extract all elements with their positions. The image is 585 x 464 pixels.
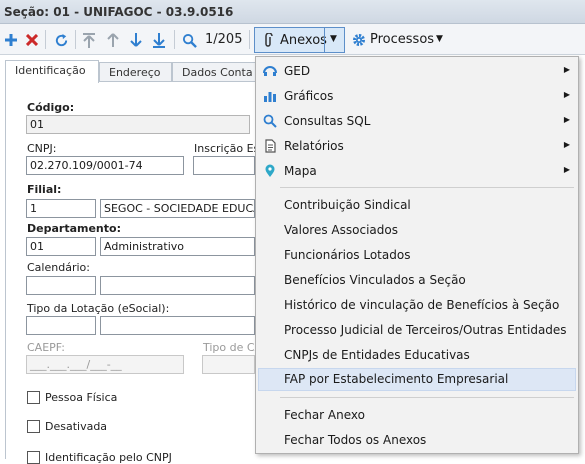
codigo-field[interactable]: 01 (26, 115, 250, 134)
identificacao-cnpj-checkbox[interactable] (27, 451, 40, 464)
refresh-icon[interactable] (52, 29, 70, 51)
menu-item-processo-judicial[interactable]: Processo Judicial de Terceiros/Outras En… (258, 319, 576, 342)
menu-item-contribuicao-sindical[interactable]: Contribuição Sindical (258, 194, 576, 217)
paperclip-icon (263, 32, 273, 51)
submenu-arrow-icon: ▶ (563, 115, 570, 124)
calendario-label: Calendário: (27, 261, 90, 274)
next-record-icon[interactable] (129, 29, 143, 51)
menu-item-fap-estabelecimento[interactable]: FAP por Estabelecimento Empresarial (258, 368, 576, 391)
desativada-label: Desativada (45, 420, 108, 433)
desativada-checkbox[interactable] (27, 420, 40, 433)
menu-item-cnpjs-entidades[interactable]: CNPJs de Entidades Educativas (258, 344, 576, 367)
processos-button[interactable]: Processos (370, 32, 434, 47)
tipo-lotacao-code-field[interactable] (26, 316, 96, 335)
departamento-name-field[interactable]: Administrativo (100, 237, 255, 256)
pessoa-fisica-checkbox[interactable] (27, 391, 40, 404)
menu-item-beneficios-vinculados[interactable]: Benefícios Vinculados a Seção (258, 269, 576, 292)
submenu-arrow-icon: ▶ (563, 165, 570, 174)
cnpj-field[interactable]: 02.270.109/0001-74 (26, 156, 184, 175)
anexos-button[interactable]: Anexos ▼ (254, 27, 345, 53)
calendario-code-field[interactable] (26, 276, 96, 295)
submenu-arrow-icon: ▶ (563, 65, 570, 74)
caepf-field[interactable]: ___.___.___/___-__ (26, 355, 184, 374)
gear-icon[interactable] (351, 29, 367, 51)
last-record-icon[interactable] (152, 29, 166, 51)
submenu-arrow-icon: ▶ (563, 140, 570, 149)
delete-icon[interactable] (24, 29, 40, 51)
search-icon (263, 114, 277, 128)
identificacao-cnpj-label: Identificação pelo CNPJ (45, 451, 172, 464)
map-pin-icon (263, 164, 277, 178)
ged-icon (263, 64, 277, 78)
filial-code-field[interactable]: 1 (26, 199, 96, 218)
chart-icon (263, 89, 277, 103)
menu-item-ged[interactable]: GED ▶ (258, 60, 576, 83)
menu-item-relatorios[interactable]: Relatórios ▶ (258, 135, 576, 158)
report-icon (263, 139, 277, 153)
menu-item-funcionarios-lotados[interactable]: Funcionários Lotados (258, 244, 576, 267)
menu-item-graficos[interactable]: Gráficos ▶ (258, 85, 576, 108)
right-edge (579, 56, 585, 459)
codigo-label: Código: (27, 101, 75, 114)
menu-separator (280, 187, 574, 188)
menu-item-fechar-todos-anexos[interactable]: Fechar Todos os Anexos (258, 429, 576, 452)
search-icon[interactable] (180, 29, 198, 51)
menu-item-valores-associados[interactable]: Valores Associados (258, 219, 576, 242)
menu-item-consultas-sql[interactable]: Consultas SQL ▶ (258, 110, 576, 133)
caepf-label: CAEPF: (27, 341, 65, 354)
inscricao-estadual-label: Inscrição Est (194, 142, 264, 155)
filial-name-field[interactable]: SEGOC - SOCIEDADE EDUCACI (100, 199, 255, 218)
processos-dropdown-arrow[interactable]: ▼ (436, 34, 443, 44)
previous-record-icon[interactable] (106, 29, 120, 51)
tipo-caepf-label: Tipo de CA (203, 341, 263, 354)
menu-separator (280, 397, 574, 398)
tipo-lotacao-name-field[interactable] (100, 316, 255, 335)
tipo-lotacao-label: Tipo da Lotação (eSocial): (27, 302, 170, 315)
pessoa-fisica-label: Pessoa Física (45, 391, 118, 404)
tab-endereco[interactable]: Endereço (99, 62, 172, 82)
tab-identificacao[interactable]: Identificação (5, 60, 99, 83)
menu-item-mapa[interactable]: Mapa ▶ (258, 160, 576, 183)
departamento-code-field[interactable]: 01 (26, 237, 96, 256)
anexos-dropdown-menu: GED ▶ Gráficos ▶ Consultas SQL ▶ Relatór… (255, 56, 579, 454)
filial-label: Filial: (27, 183, 62, 196)
submenu-arrow-icon: ▶ (563, 90, 570, 99)
tab-dados-conta[interactable]: Dados Conta (172, 62, 262, 82)
cnpj-label: CNPJ: (27, 142, 57, 155)
first-record-icon[interactable] (82, 29, 96, 51)
window-title: Seção: 01 - UNIFAGOC - 03.9.0516 (0, 0, 585, 24)
anexos-dropdown-arrow[interactable]: ▼ (330, 34, 337, 44)
anexos-label: Anexos (280, 33, 327, 48)
tipo-caepf-field[interactable] (202, 355, 255, 374)
departamento-label: Departamento: (27, 222, 121, 235)
menu-item-historico-beneficios[interactable]: Histórico de vinculação de Benefícios à … (258, 294, 576, 317)
toolbar: 1/205 Anexos ▼ Processos ▼ (0, 24, 585, 55)
add-icon[interactable] (3, 29, 19, 51)
inscricao-estadual-field[interactable] (193, 156, 255, 175)
calendario-name-field[interactable] (100, 276, 255, 295)
record-counter: 1/205 (205, 32, 243, 47)
menu-item-fechar-anexo[interactable]: Fechar Anexo (258, 404, 576, 427)
